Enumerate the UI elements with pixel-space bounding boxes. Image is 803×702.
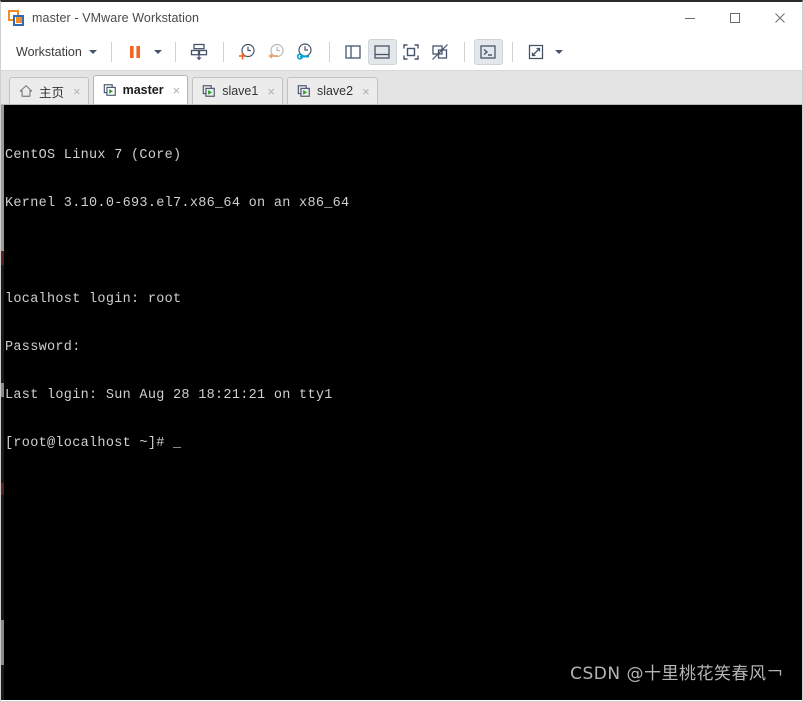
tab-slave1[interactable]: slave1 × <box>192 77 283 104</box>
stretch-guest-button[interactable] <box>522 39 551 65</box>
home-icon <box>19 85 33 97</box>
tab-slave2[interactable]: slave2 × <box>286 77 378 104</box>
view-dropdown-button[interactable] <box>551 39 567 65</box>
close-icon <box>774 12 785 23</box>
toolbar-separator <box>328 41 330 62</box>
tab-close-button[interactable]: × <box>264 85 275 98</box>
console-edge-strip <box>1 105 4 700</box>
tab-bar: 主页 × master × slave1 × slave2 × <box>1 71 802 105</box>
stretch-arrows-icon <box>529 44 544 59</box>
take-snapshot-button[interactable] <box>233 39 262 65</box>
terminal-line: Password: <box>5 340 81 355</box>
manage-button[interactable] <box>185 39 214 65</box>
snapshot-add-icon <box>239 43 255 59</box>
vm-play-icon <box>202 85 216 97</box>
toolbar-separator <box>110 41 112 62</box>
minimize-button[interactable] <box>667 2 712 33</box>
tab-home[interactable]: 主页 × <box>9 77 89 104</box>
show-library-button[interactable] <box>339 39 368 65</box>
tab-label: slave2 <box>316 84 354 98</box>
snapshot-revert-icon <box>268 43 284 59</box>
tab-close-button[interactable]: × <box>70 85 81 98</box>
vm-play-icon <box>297 85 310 97</box>
maximize-icon <box>729 12 740 23</box>
terminal-line: localhost login: root <box>5 292 182 307</box>
sidebar-panel-icon <box>345 44 361 59</box>
minimize-icon <box>684 17 695 19</box>
terminal-output: CentOS Linux 7 (Core) Kernel 3.10.0-693.… <box>5 116 349 484</box>
tab-label: slave1 <box>222 84 259 98</box>
tab-close-button[interactable]: × <box>170 84 181 97</box>
terminal-prompt-line: [root@localhost ~]# _ <box>5 436 182 451</box>
main-toolbar: Workstation <box>1 33 802 71</box>
vmware-workstation-window: master - VMware Workstation Workstation … <box>0 0 803 702</box>
chevron-down-icon <box>554 49 563 54</box>
pause-icon <box>130 45 141 58</box>
show-thumbnails-button[interactable] <box>367 38 397 65</box>
toolbar-separator <box>174 41 176 62</box>
tab-label: master <box>122 83 164 97</box>
revert-snapshot-button[interactable] <box>262 39 291 65</box>
title-bar: master - VMware Workstation <box>1 2 802 33</box>
fullscreen-button[interactable] <box>397 39 426 65</box>
snapshot-manager-button[interactable] <box>291 39 320 65</box>
csdn-watermark: CSDN @十里桃花笑春风￢ <box>570 664 784 684</box>
unity-mode-button[interactable] <box>426 39 455 65</box>
vm-play-icon <box>103 84 116 96</box>
window-title: master - VMware Workstation <box>32 10 200 25</box>
window-controls <box>667 2 802 33</box>
tab-label: 主页 <box>39 85 65 100</box>
toolbar-separator <box>222 41 224 62</box>
suspend-button[interactable] <box>121 39 150 65</box>
terminal-line: Last login: Sun Aug 28 18:21:21 on tty1 <box>5 388 333 403</box>
send-to-vm-icon <box>191 43 208 60</box>
toolbar-separator <box>511 41 513 62</box>
toolbar-separator <box>463 41 465 62</box>
workstation-menu-label: Workstation <box>16 44 82 59</box>
chevron-down-icon <box>88 49 97 54</box>
workstation-menu-button[interactable]: Workstation <box>11 42 102 62</box>
maximize-button[interactable] <box>712 2 757 33</box>
tab-master[interactable]: master × <box>92 75 189 104</box>
snapshot-manager-icon <box>297 42 312 60</box>
fullscreen-icon <box>403 43 419 60</box>
console-view-button[interactable] <box>473 38 503 65</box>
close-button[interactable] <box>757 2 802 33</box>
vmware-icon <box>8 9 24 26</box>
thumbnail-bar-icon <box>374 44 390 59</box>
power-dropdown-button[interactable] <box>150 39 166 65</box>
vm-console[interactable]: CentOS Linux 7 (Core) Kernel 3.10.0-693.… <box>1 105 802 700</box>
unity-mode-icon <box>432 43 449 60</box>
tab-close-button[interactable]: × <box>359 85 370 98</box>
terminal-line: CentOS Linux 7 (Core) <box>5 148 182 163</box>
chevron-down-icon <box>153 49 162 54</box>
console-prompt-icon <box>480 44 496 59</box>
terminal-line: Kernel 3.10.0-693.el7.x86_64 on an x86_6… <box>5 196 350 211</box>
